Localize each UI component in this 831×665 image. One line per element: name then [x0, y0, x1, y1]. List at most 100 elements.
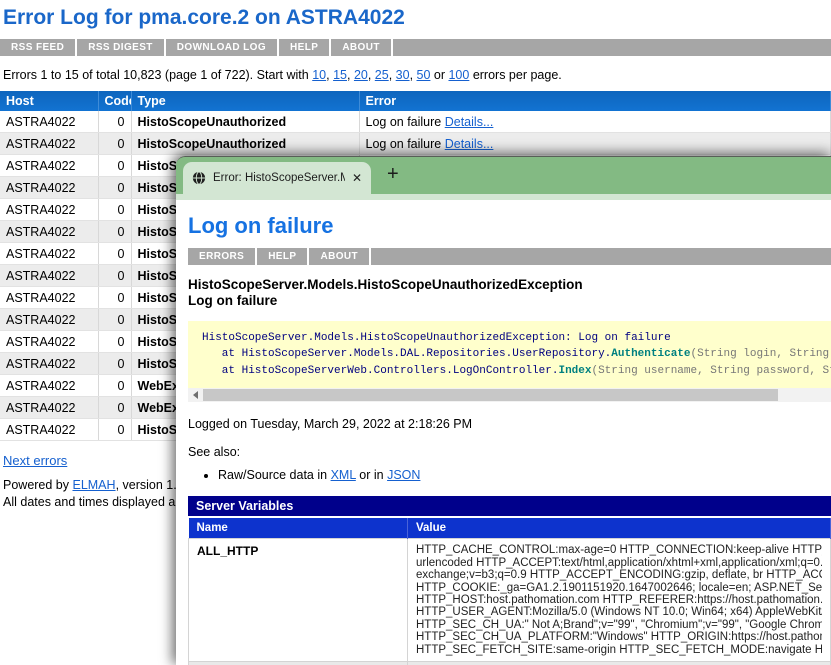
page-size-link-20[interactable]: 20: [354, 68, 368, 82]
elmah-link[interactable]: ELMAH: [72, 478, 115, 492]
value-line: HTTP_HOST:host.pathomation.com HTTP_REFE…: [416, 594, 822, 606]
error-detail-window: Error: HistoScopeServer.Models.H ✕ + Log…: [176, 156, 831, 665]
code-cell: 0: [98, 177, 131, 199]
stack-trace-line: at HistoScopeServerWeb.Controllers.LogOn…: [202, 363, 831, 380]
host-cell: ASTRA4022: [0, 287, 98, 309]
page-title: Error Log for pma.core.2 on ASTRA4022: [3, 6, 831, 30]
page-size-link-10[interactable]: 10: [312, 68, 326, 82]
pager-status-suffix: errors per page.: [469, 68, 561, 82]
type-column-header: Type: [131, 91, 359, 111]
code-cell: 0: [98, 375, 131, 397]
popup-nav-filler: [371, 248, 831, 265]
rss-feed-button[interactable]: RSS FEED: [0, 39, 77, 56]
server-variable-row: ALL_HTTP HTTP_CACHE_CONTROL:max-age=0 HT…: [189, 539, 831, 662]
code-cell: 0: [98, 221, 131, 243]
page-size-links: 10, 15, 20, 25, 30, 50 or 100: [312, 68, 469, 82]
download-log-button[interactable]: DOWNLOAD LOG: [166, 39, 279, 56]
see-also-label: See also:: [188, 445, 831, 459]
code-cell: 0: [98, 133, 131, 155]
host-cell: ASTRA4022: [0, 243, 98, 265]
code-cell: 0: [98, 419, 131, 441]
details-link[interactable]: Details...: [445, 115, 494, 129]
code-cell: 0: [98, 331, 131, 353]
browser-tab[interactable]: Error: HistoScopeServer.Models.H ✕: [183, 162, 371, 194]
see-also-mid: or in: [356, 468, 387, 482]
xml-link[interactable]: XML: [331, 468, 356, 482]
stack-trace: HistoScopeServer.Models.HistoScopeUnauth…: [188, 321, 831, 389]
host-cell: ASTRA4022: [0, 111, 98, 133]
stack-trace-line: HistoScopeServer.Models.HistoScopeUnauth…: [202, 330, 831, 347]
error-table-row: ASTRA4022 0 HistoScopeUnauthorized Log o…: [0, 111, 831, 133]
value-line: HTTP_SEC_FETCH_SITE:same-origin HTTP_SEC…: [416, 644, 822, 656]
code-cell: 0: [98, 287, 131, 309]
close-icon[interactable]: ✕: [350, 171, 362, 185]
popup-nav-bar: ERRORS HELP ABOUT: [188, 248, 831, 265]
page-size-link-25[interactable]: 25: [375, 68, 389, 82]
code-cell: 0: [98, 265, 131, 287]
see-also-list: Raw/Source data in XML or in JSON: [188, 468, 831, 482]
value-line: urlencoded HTTP_ACCEPT:text/html,applica…: [416, 557, 822, 569]
details-link[interactable]: Details...: [445, 137, 494, 151]
type-cell: HistoScopeUnauthorized: [131, 111, 359, 133]
host-cell: ASTRA4022: [0, 155, 98, 177]
host-cell: ASTRA4022: [0, 221, 98, 243]
globe-icon: [192, 171, 206, 185]
pager-status: Errors 1 to 15 of total 10,823 (page 1 o…: [3, 68, 831, 82]
value-line: exchange;v=b3;q=0.9 HTTP_ACCEPT_ENCODING…: [416, 569, 822, 581]
host-cell: ASTRA4022: [0, 353, 98, 375]
value-line: HTTP_CACHE_CONTROL:max-age=0 HTTP_CONNEC…: [416, 544, 822, 556]
server-variables-header-row: Name Value: [189, 518, 831, 539]
rss-digest-button[interactable]: RSS DIGEST: [77, 39, 166, 56]
host-cell: ASTRA4022: [0, 397, 98, 419]
json-link[interactable]: JSON: [387, 468, 420, 482]
type-cell: HistoScopeUnauthorized: [131, 133, 359, 155]
errors-button[interactable]: ERRORS: [188, 248, 257, 265]
see-also-item: Raw/Source data in XML or in JSON: [218, 468, 831, 482]
variable-name-cell: ALL_HTTP: [189, 539, 408, 662]
tab-title: Error: HistoScopeServer.Models.H: [213, 172, 345, 184]
host-cell: ASTRA4022: [0, 265, 98, 287]
error-text: Log on failure: [366, 137, 445, 151]
new-tab-button[interactable]: +: [387, 163, 399, 186]
name-column-header: Name: [189, 518, 408, 539]
host-cell: ASTRA4022: [0, 419, 98, 441]
next-errors-link[interactable]: Next errors: [3, 453, 67, 468]
host-cell: ASTRA4022: [0, 309, 98, 331]
error-detail-title: Log on failure: [188, 213, 831, 239]
value-line: HTTP_COOKIE:_ga=GA1.2.1901151920.1647002…: [416, 582, 822, 594]
page-size-link-100[interactable]: 100: [448, 68, 469, 82]
error-cell: Log on failure Details...: [359, 133, 831, 155]
scrollbar-thumb[interactable]: [203, 389, 778, 401]
main-nav-bar: RSS FEED RSS DIGEST DOWNLOAD LOG HELP AB…: [0, 39, 831, 56]
host-cell: ASTRA4022: [0, 177, 98, 199]
host-cell: ASTRA4022: [0, 331, 98, 353]
server-variables-table: Name Value ALL_HTTP HTTP_CACHE_CONTROL:m…: [188, 518, 831, 665]
stack-trace-line: at HistoScopeServer.Models.DAL.Repositor…: [202, 346, 831, 363]
popup-about-button[interactable]: ABOUT: [309, 248, 371, 265]
code-cell: 0: [98, 243, 131, 265]
code-cell: 0: [98, 199, 131, 221]
exception-message: Log on failure: [188, 293, 831, 309]
pager-status-prefix: Errors 1 to 15 of total 10,823 (page 1 o…: [3, 68, 312, 82]
logged-on-text: Logged on Tuesday, March 29, 2022 at 2:1…: [188, 417, 831, 431]
host-cell: ASTRA4022: [0, 133, 98, 155]
code-cell: 0: [98, 111, 131, 133]
value-line: HTTP_SEC_CH_UA_PLATFORM:"Windows" HTTP_O…: [416, 631, 822, 643]
server-variable-row: ALL_RAW Cache-Control: max-age=0 Connect…: [189, 662, 831, 665]
page-size-link-30[interactable]: 30: [396, 68, 410, 82]
help-button[interactable]: HELP: [279, 39, 331, 56]
error-detail-content: Log on failure ERRORS HELP ABOUT HistoSc…: [176, 213, 831, 665]
browser-tab-bar: Error: HistoScopeServer.Models.H ✕ +: [176, 156, 831, 194]
page-size-link-15[interactable]: 15: [333, 68, 347, 82]
about-button[interactable]: ABOUT: [331, 39, 393, 56]
value-line: HTTP_SEC_CH_UA:" Not A;Brand";v="99", "C…: [416, 619, 822, 631]
code-cell: 0: [98, 155, 131, 177]
error-cell: Log on failure Details...: [359, 111, 831, 133]
code-cell: 0: [98, 353, 131, 375]
popup-help-button[interactable]: HELP: [257, 248, 309, 265]
code-column-header: Code: [98, 91, 131, 111]
page-size-link-50[interactable]: 50: [417, 68, 431, 82]
scroll-left-arrow-icon[interactable]: [188, 391, 203, 399]
horizontal-scrollbar[interactable]: [188, 388, 831, 402]
error-text: Log on failure: [366, 115, 445, 129]
